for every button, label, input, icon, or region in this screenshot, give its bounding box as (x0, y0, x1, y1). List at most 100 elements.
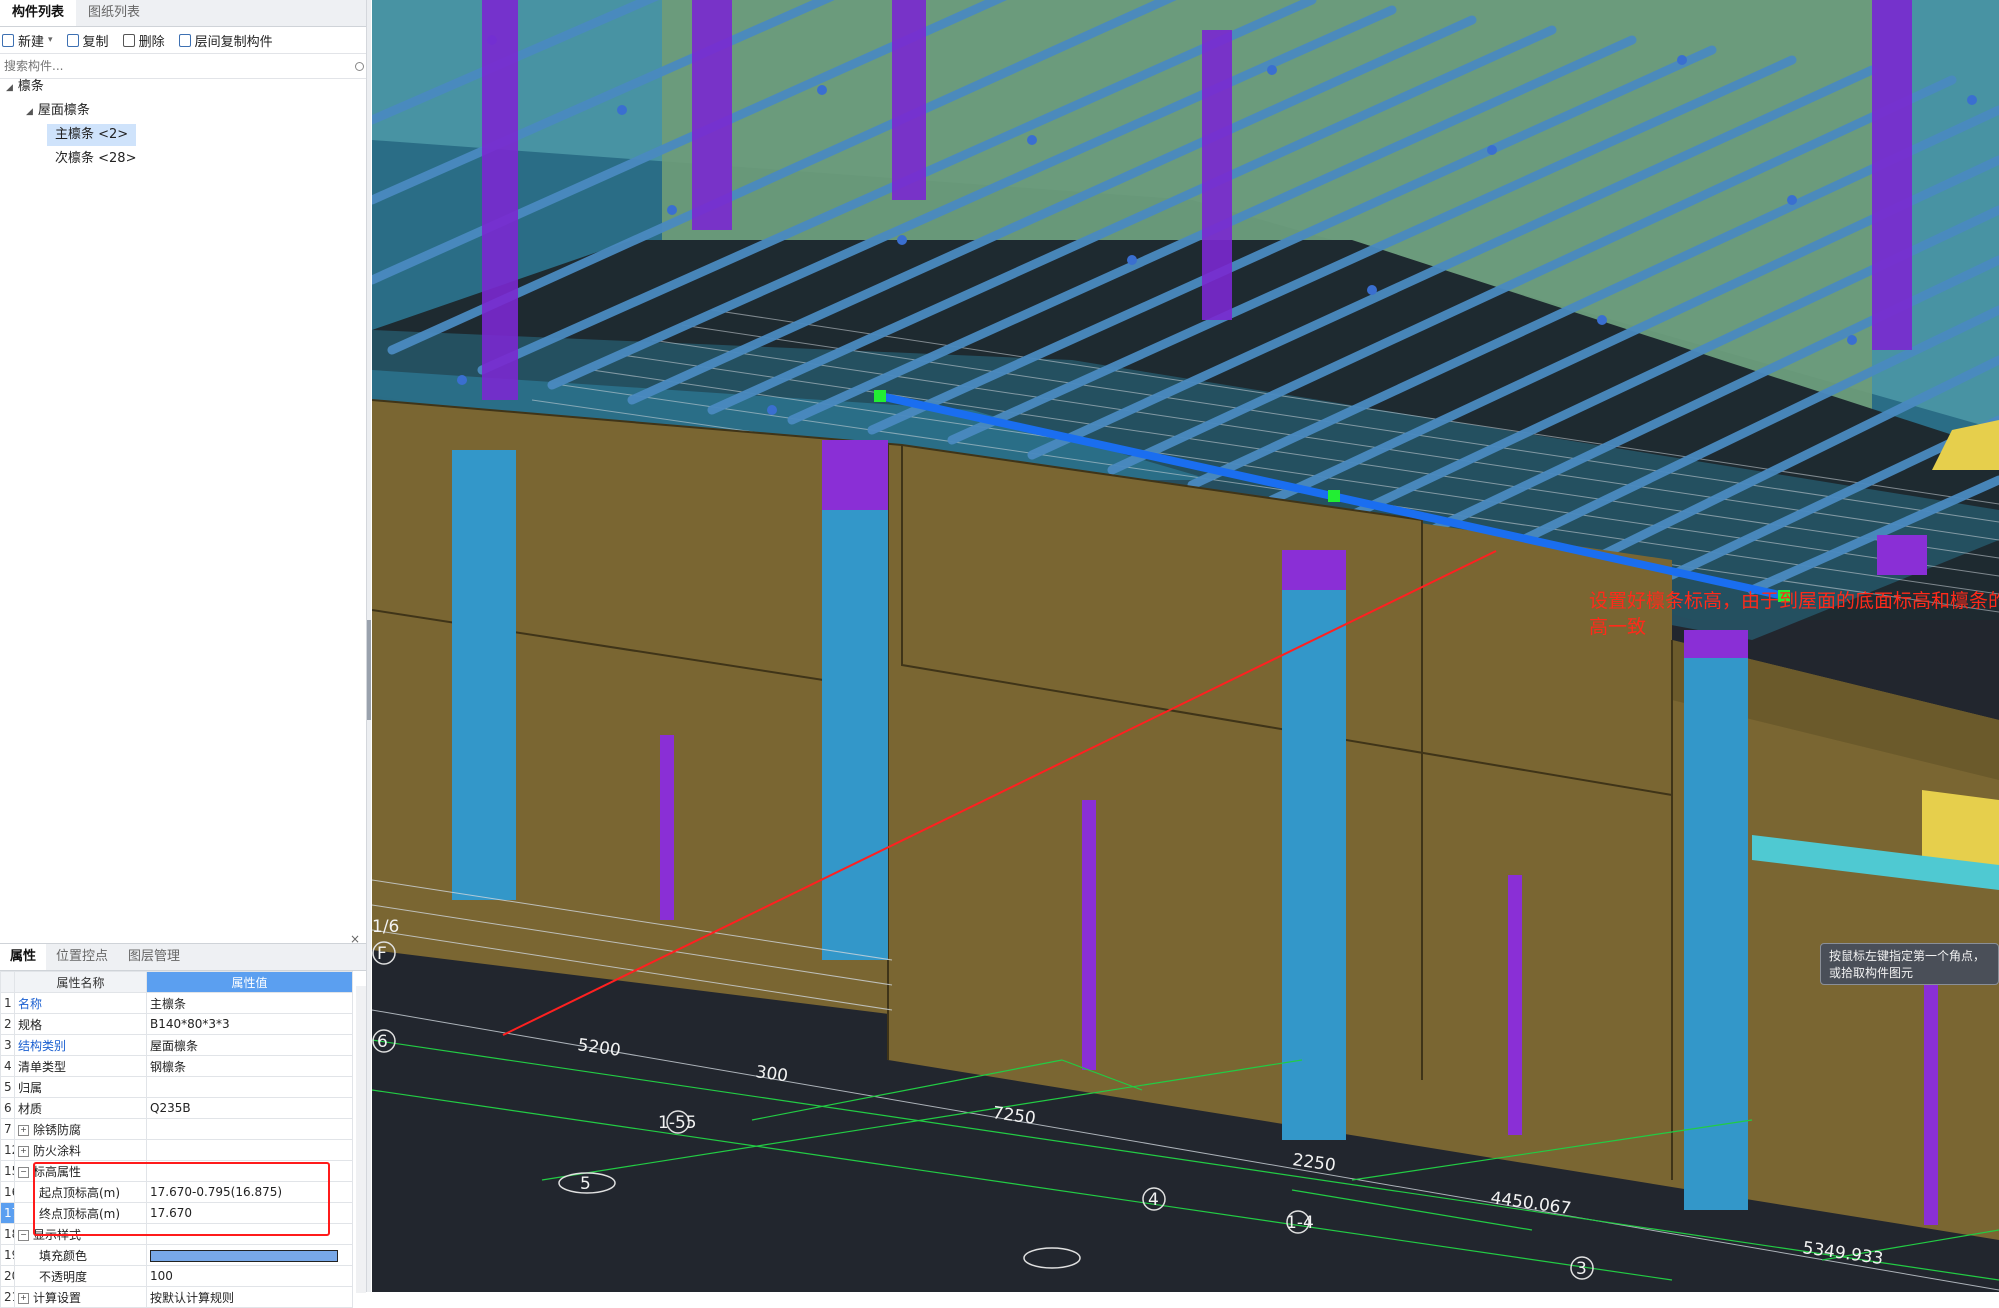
chevron-down-icon[interactable]: ▾ (48, 35, 53, 45)
tab-control-points[interactable]: 位置控点 (46, 944, 118, 970)
property-row[interactable]: 2 规格 B140*80*3*3 (0, 1013, 353, 1035)
property-row[interactable]: 5 归属 (0, 1076, 353, 1098)
search-icon[interactable] (355, 61, 364, 71)
property-row[interactable]: 7 + 除锈防腐 (0, 1118, 353, 1140)
expand-icon[interactable]: + (18, 1292, 29, 1304)
property-name: 除锈防腐 (33, 1122, 82, 1137)
property-value-cell[interactable]: Q235B (146, 1097, 353, 1119)
floor-copy-icon (178, 33, 191, 47)
delete-label: 删除 (138, 34, 165, 50)
tab-component-list[interactable]: 构件列表 (0, 0, 77, 26)
property-row[interactable]: 1 名称 主檩条 (0, 992, 353, 1014)
property-value-cell[interactable] (146, 1118, 353, 1140)
axis-label: 1-55 (658, 1113, 697, 1133)
properties-scrollbar[interactable] (356, 986, 366, 1293)
annotation-note: 设置好檩条标高，由于到屋面的底面标高和檩条的顶面标高一致 (1589, 590, 1999, 638)
property-name: 名称 (18, 996, 43, 1011)
tree-node-main-purlin[interactable]: 主檩条 <2> (47, 124, 137, 146)
command-tooltip: 按鼠标左键指定第一个角点，或拾取构件图元 (1820, 943, 1999, 985)
property-name-cell: + 计算设置 (14, 1286, 147, 1308)
property-row[interactable]: 12+ 防火涂料 (0, 1139, 353, 1161)
search-bar (0, 54, 370, 79)
axis-label: 3 (1576, 1259, 1587, 1279)
search-input[interactable] (2, 58, 306, 74)
property-row[interactable]: 4 清单类型 钢檩条 (0, 1055, 353, 1077)
tab-layer-management[interactable]: 图层管理 (118, 944, 190, 970)
collapse-arrow-icon[interactable]: ◢ (6, 83, 13, 93)
axis-label: 4 (1148, 1190, 1159, 1210)
property-row-number: 3 (0, 1034, 15, 1056)
property-name: 防火涂料 (33, 1143, 82, 1158)
tree-node-secondary-purlin[interactable]: 次檩条 <28> (55, 148, 136, 170)
property-name-cell: 清单类型 (14, 1055, 147, 1077)
property-value: 屋面檩条 (150, 1038, 199, 1053)
collapse-icon[interactable]: − (18, 1166, 29, 1178)
tree-node-purlin[interactable]: ◢ 檩条 (6, 76, 44, 99)
expand-icon[interactable]: + (18, 1145, 29, 1157)
new-button[interactable]: 新建 ▾ (2, 31, 53, 50)
splitter-grip[interactable] (367, 620, 371, 720)
property-row[interactable]: 20 不透明度 100 (0, 1265, 353, 1287)
dimension-label: 5349.933 (1801, 1238, 1884, 1269)
property-value: 主檩条 (150, 996, 187, 1011)
axis-label: 1/6 (372, 917, 399, 937)
dimension-label: 7250 (991, 1103, 1037, 1129)
property-name: 规格 (18, 1017, 43, 1032)
property-value-cell[interactable]: 屋面檩条 (146, 1034, 353, 1056)
dimension-label: 2250 (1291, 1150, 1337, 1176)
header-num (0, 971, 15, 993)
copy-button[interactable]: 复制 (66, 31, 109, 50)
property-row-number: 21 (0, 1286, 15, 1308)
property-row-number: 5 (0, 1076, 15, 1098)
property-value-cell[interactable]: 主檩条 (146, 992, 353, 1014)
axis-label: 5 (580, 1174, 591, 1194)
property-value: 按默认计算规则 (150, 1290, 235, 1305)
header-property-name: 属性名称 (14, 971, 147, 993)
component-toolbar: 新建 ▾ 复制 删除 层间复制构件 (0, 27, 370, 54)
axis-label: 1-4 (1286, 1213, 1314, 1233)
tree-node-roof-purlin[interactable]: ◢ 屋面檩条 (26, 100, 90, 123)
expand-icon[interactable]: + (18, 1124, 29, 1136)
panel-splitter[interactable] (366, 0, 371, 1292)
property-name-cell: 填充颜色 (14, 1244, 147, 1266)
copy-label: 复制 (82, 34, 109, 50)
property-row[interactable]: 3 结构类别 屋面檩条 (0, 1034, 353, 1056)
property-name: 计算设置 (33, 1290, 82, 1305)
3d-scene[interactable]: 1/6 F 6 1-55 5 4 1-4 3 5200 300 7250 225… (372, 0, 1999, 1292)
trash-icon (122, 33, 135, 47)
3d-viewport[interactable]: 1/6 F 6 1-55 5 4 1-4 3 5200 300 7250 225… (372, 0, 1999, 1292)
property-value-cell[interactable]: 按默认计算规则 (146, 1286, 353, 1308)
property-name: 材质 (18, 1101, 43, 1116)
close-icon[interactable]: × (350, 932, 360, 946)
panel-tabs: 构件列表 图纸列表 (0, 0, 370, 27)
property-name-cell: 归属 (14, 1076, 147, 1098)
property-name: 填充颜色 (39, 1248, 88, 1263)
properties-header-row: 属性名称 属性值 (0, 971, 353, 993)
tab-properties[interactable]: 属性 (0, 944, 47, 970)
fill-color-swatch[interactable] (150, 1249, 338, 1262)
floor-copy-button[interactable]: 层间复制构件 (178, 31, 273, 50)
property-row-number: 7 (0, 1118, 15, 1140)
tab-drawing-list[interactable]: 图纸列表 (76, 0, 152, 26)
dimension-label: 5200 (576, 1035, 622, 1061)
property-row-number: 19 (0, 1244, 15, 1266)
delete-button[interactable]: 删除 (122, 31, 165, 50)
collapse-icon[interactable]: − (18, 1229, 29, 1241)
property-name-cell: 材质 (14, 1097, 147, 1119)
dimension-label: 4450.067 (1489, 1188, 1572, 1219)
property-value-cell[interactable] (146, 1139, 353, 1161)
property-value: B140*80*3*3 (150, 1017, 230, 1031)
property-row-number: 4 (0, 1055, 15, 1077)
property-name-cell: 结构类别 (14, 1034, 147, 1056)
property-row[interactable]: 19 填充颜色 (0, 1244, 353, 1266)
property-value-cell[interactable] (146, 1076, 353, 1098)
property-value-cell[interactable]: 钢檩条 (146, 1055, 353, 1077)
header-property-value: 属性值 (146, 971, 353, 993)
collapse-arrow-icon[interactable]: ◢ (26, 107, 33, 117)
property-value-cell[interactable]: 100 (146, 1265, 353, 1287)
property-value-cell[interactable] (146, 1244, 353, 1266)
property-row-number: 12 (0, 1139, 15, 1161)
property-row[interactable]: 21+ 计算设置 按默认计算规则 (0, 1286, 353, 1308)
property-row[interactable]: 6 材质 Q235B (0, 1097, 353, 1119)
property-value-cell[interactable]: B140*80*3*3 (146, 1013, 353, 1035)
